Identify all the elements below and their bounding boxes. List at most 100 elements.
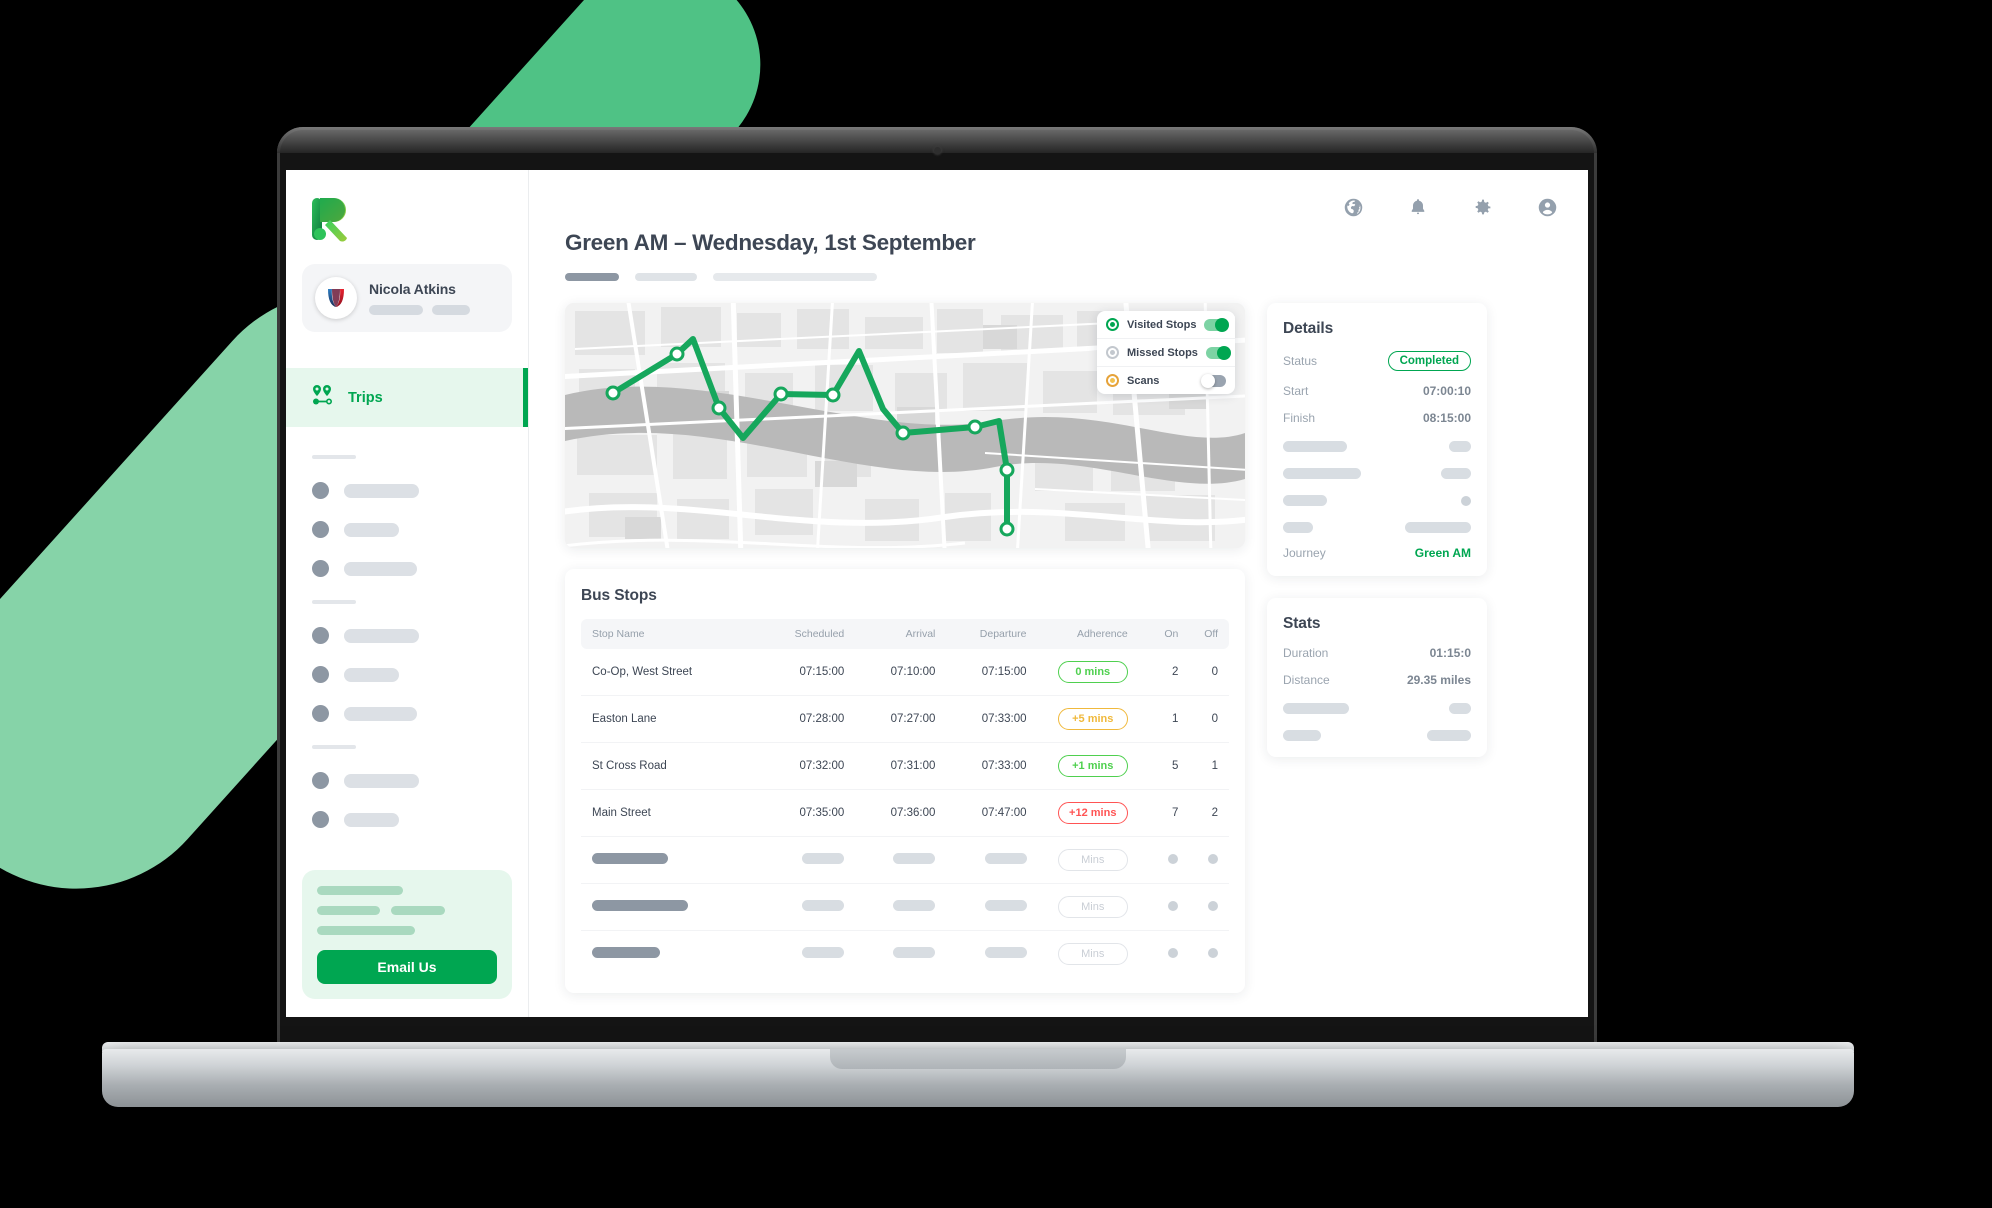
list-item[interactable] — [286, 616, 528, 655]
list-item[interactable] — [286, 510, 528, 549]
skeleton-bar — [984, 900, 1027, 911]
route-pins-icon — [312, 385, 334, 410]
user-card[interactable]: Nicola Atkins — [302, 264, 512, 332]
details-status-label: Status — [1283, 354, 1318, 368]
cell-skeleton — [1178, 883, 1229, 931]
adherence-badge: +1 mins — [1057, 755, 1128, 777]
list-item[interactable] — [286, 694, 528, 733]
cell-adherence: 0 mins — [1026, 649, 1128, 696]
map-legend: Visited Stops Missed Stops Scans — [1097, 311, 1235, 394]
details-start-label: Start — [1283, 384, 1309, 398]
skeleton-bar — [713, 273, 877, 281]
details-journey-row: Journey Green AM — [1283, 546, 1471, 560]
skeleton-bar — [802, 853, 845, 864]
skeleton-bar — [1427, 730, 1471, 741]
table-row[interactable]: Co-Op, West Street 07:15:00 07:10:00 07:… — [581, 649, 1229, 696]
list-item-dot — [312, 482, 329, 499]
table-row[interactable]: Easton Lane 07:28:00 07:27:00 07:33:00 +… — [581, 695, 1229, 743]
skeleton-bar — [802, 900, 845, 911]
list-item[interactable] — [286, 655, 528, 694]
details-journey-label: Journey — [1283, 546, 1326, 560]
toggle-scans[interactable] — [1201, 373, 1226, 388]
col-header-stop-name: Stop Name — [592, 628, 645, 640]
table-row-skeleton: Mins — [581, 931, 1229, 978]
list-item[interactable] — [286, 761, 528, 800]
toggle-visited-stops[interactable] — [1204, 317, 1230, 332]
cell-skeleton — [935, 931, 1027, 978]
bus-stops-title: Bus Stops — [581, 587, 657, 604]
skeleton-bar — [432, 305, 470, 315]
sidebar-skeleton-list — [286, 427, 528, 839]
skeleton-bar — [635, 273, 697, 281]
table-row[interactable]: Main Street 07:35:00 07:36:00 07:47:00 +… — [581, 789, 1229, 837]
skeleton-bar — [984, 853, 1027, 864]
skeleton-bar — [344, 706, 417, 721]
laptop-base — [102, 1049, 1854, 1107]
cell-on: 7 — [1127, 789, 1179, 837]
stats-distance-label: Distance — [1283, 673, 1330, 687]
cell-scheduled: 07:15:00 — [753, 649, 845, 696]
list-item[interactable] — [286, 549, 528, 588]
legend-row-missed-stops[interactable]: Missed Stops — [1097, 338, 1235, 366]
list-item[interactable] — [286, 800, 528, 839]
stats-duration-value: 01:15:0 — [1429, 646, 1471, 660]
sidebar-divider — [312, 600, 356, 604]
cell-skeleton — [844, 883, 936, 931]
legend-row-scans[interactable]: Scans — [1097, 366, 1235, 394]
cell-on: 5 — [1127, 742, 1179, 790]
skeleton-bar — [317, 886, 403, 895]
cell-adherence: Mins — [1026, 883, 1128, 931]
skeleton-bar — [1449, 441, 1471, 452]
app-logo[interactable] — [286, 170, 528, 242]
skeleton-bar — [1449, 703, 1471, 714]
skeleton-bar — [344, 483, 419, 498]
cell-off: 0 — [1178, 695, 1229, 743]
details-start-row: Start 07:00:10 — [1283, 384, 1471, 398]
legend-label: Visited Stops — [1127, 318, 1197, 331]
email-us-button[interactable]: Email Us — [317, 950, 497, 984]
skeleton-bar — [1283, 730, 1321, 741]
breadcrumb — [565, 273, 1562, 281]
cell-stop-name: Co-Op, West Street — [581, 649, 754, 696]
details-start-value: 07:00:10 — [1422, 384, 1471, 398]
cell-skeleton — [581, 836, 754, 884]
table-row[interactable]: St Cross Road 07:32:00 07:31:00 07:33:00… — [581, 742, 1229, 790]
details-skeleton-row — [1283, 522, 1471, 533]
cell-scheduled: 07:35:00 — [753, 789, 845, 837]
list-item[interactable] — [286, 471, 528, 510]
sidebar-item-trips[interactable]: Trips — [286, 368, 528, 427]
toggle-missed-stops[interactable] — [1205, 345, 1231, 360]
list-item-dot — [312, 521, 329, 538]
skeleton-bar — [391, 906, 445, 915]
gear-icon[interactable] — [1472, 197, 1493, 218]
bell-icon[interactable] — [1408, 196, 1428, 218]
skeleton-bar — [592, 853, 668, 864]
cell-off: 0 — [1178, 649, 1229, 696]
user-meta-skeleton — [369, 305, 470, 315]
route-map[interactable]: Visited Stops Missed Stops Scans — [565, 303, 1245, 548]
sidebar-item-label: Trips — [348, 389, 383, 406]
details-finish-row: Finish 08:15:00 — [1283, 411, 1471, 425]
cell-skeleton — [753, 836, 845, 884]
list-item-dot — [312, 560, 329, 577]
laptop-mockup: Nicola Atkins Trips Email Us Green AM – … — [102, 127, 1854, 1107]
skeleton-bar — [893, 947, 936, 958]
skeleton-dot — [1168, 900, 1179, 911]
stats-card: Stats Duration 01:15:0 Distance 29.35 mi… — [1267, 598, 1487, 757]
details-skeleton-row — [1283, 441, 1471, 452]
account-icon[interactable] — [1537, 197, 1558, 218]
skeleton-bar — [369, 305, 423, 315]
screenshot-stage: Nicola Atkins Trips Email Us Green AM – … — [0, 0, 1992, 1208]
skeleton-bar — [1441, 468, 1471, 479]
skeleton-bar — [317, 906, 380, 915]
legend-row-visited-stops[interactable]: Visited Stops — [1097, 311, 1235, 338]
skeleton-bar — [893, 900, 936, 911]
list-item-dot — [312, 811, 329, 828]
col-header-departure: Departure — [979, 628, 1027, 640]
cell-scheduled: 07:28:00 — [753, 695, 845, 743]
col-header-on: On — [1164, 628, 1179, 640]
stats-skeleton-row — [1283, 730, 1471, 741]
globe-icon[interactable] — [1343, 197, 1364, 218]
cell-adherence: Mins — [1027, 931, 1128, 978]
